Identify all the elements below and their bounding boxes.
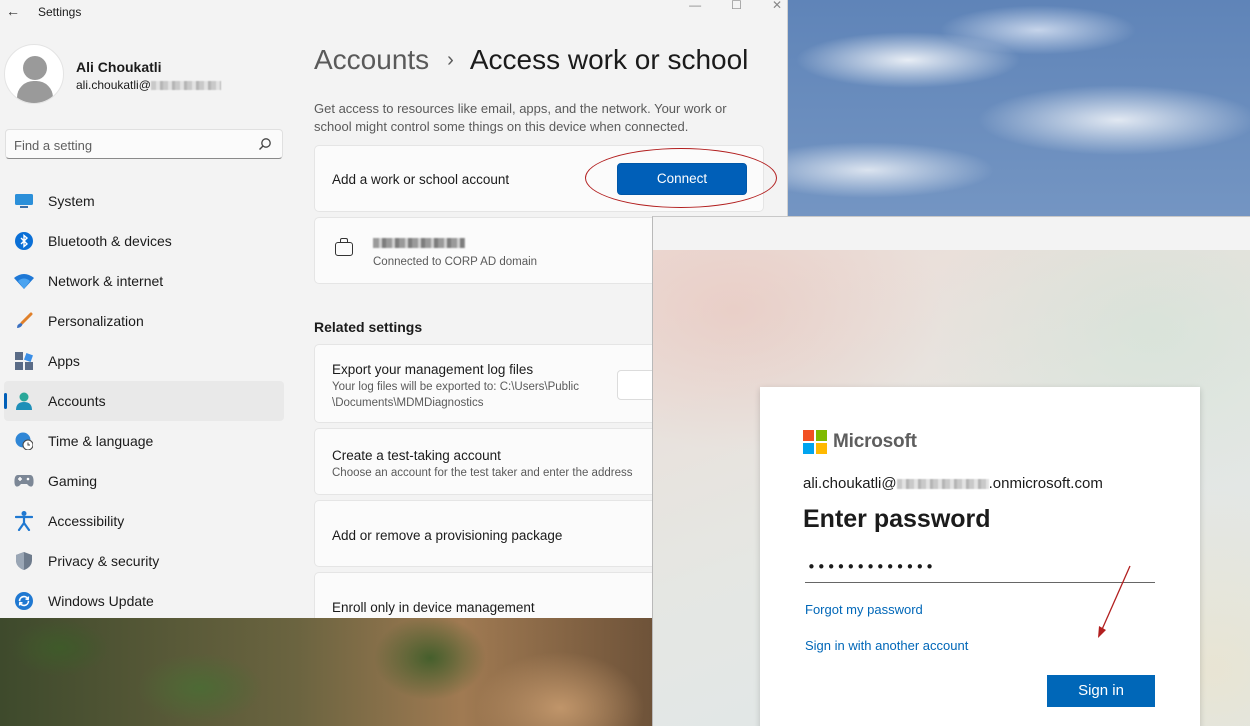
chevron-right-icon: › (447, 48, 454, 71)
connection-status: Connected to CORP AD domain (373, 256, 538, 268)
redacted-tenant (896, 479, 989, 490)
sidebar-item-network[interactable]: Network & internet (4, 261, 284, 301)
signin-button[interactable]: Sign in (1047, 675, 1155, 707)
signin-heading: Enter password (803, 505, 991, 533)
forgot-password-link[interactable]: Forgot my password (805, 602, 923, 617)
sidebar-item-bluetooth[interactable]: Bluetooth & devices (4, 221, 284, 261)
sidebar-item-gaming[interactable]: Gaming (4, 461, 284, 501)
maximize-button[interactable]: ☐ (731, 0, 742, 12)
search-input[interactable] (14, 135, 244, 155)
person-icon (14, 391, 34, 411)
test-taking-subtitle: Choose an account for the test taker and… (332, 467, 633, 479)
profile-email: ali.choukatli@ (76, 78, 221, 92)
avatar (4, 44, 64, 104)
breadcrumb-parent[interactable]: Accounts (314, 44, 429, 76)
briefcase-icon (335, 238, 353, 256)
signin-card: Microsoft ali.choukatli@ .onmicrosoft.com… (760, 387, 1200, 726)
brush-icon (14, 311, 34, 331)
search-icon[interactable] (258, 137, 272, 151)
sidebar-item-label: Gaming (48, 473, 98, 489)
user-profile[interactable]: Ali Choukatli ali.choukatli@ (4, 44, 284, 106)
profile-email-prefix: ali.choukatli@ (76, 78, 151, 92)
device-management-title: Enroll only in device management (332, 600, 535, 615)
page-description: Get access to resources like email, apps… (314, 101, 727, 134)
globe-clock-icon (14, 431, 34, 451)
signin-window: Microsoft ali.choukatli@ .onmicrosoft.com… (652, 216, 1250, 726)
minimize-button[interactable]: — (689, 0, 701, 12)
microsoft-logo-icon (803, 430, 827, 454)
test-taking-title: Create a test-taking account (332, 448, 501, 463)
breadcrumb: Accounts › Access work or school (314, 44, 748, 76)
annotation-ellipse (585, 148, 777, 208)
sidebar-item-label: Privacy & security (48, 553, 160, 569)
sidebar-item-label: Time & language (48, 433, 154, 449)
sidebar-item-label: Bluetooth & devices (48, 233, 172, 249)
wifi-icon (14, 271, 34, 291)
redacted-domain (150, 81, 221, 91)
signin-email-prefix: ali.choukatli@ (803, 475, 897, 492)
page-title: Access work or school (469, 44, 749, 75)
sidebar-item-windows-update[interactable]: Windows Update (4, 581, 284, 618)
gamepad-icon (14, 471, 34, 491)
signin-background: Microsoft ali.choukatli@ .onmicrosoft.com… (653, 250, 1250, 726)
back-button[interactable]: ← (2, 2, 24, 22)
window-controls: — ☐ ✕ (689, 0, 782, 12)
sidebar-item-label: Apps (48, 353, 80, 369)
signin-email: ali.choukatli@ .onmicrosoft.com (803, 475, 1103, 492)
sidebar-item-accessibility[interactable]: Accessibility (4, 501, 284, 541)
accessibility-icon (14, 511, 34, 531)
sidebar-item-time-language[interactable]: Time & language (4, 421, 284, 461)
sidebar-item-label: Network & internet (48, 273, 164, 289)
person-silhouette-icon (23, 56, 47, 80)
bluetooth-icon (14, 231, 34, 251)
sidebar-item-label: Windows Update (48, 593, 154, 609)
sidebar-item-personalization[interactable]: Personalization (4, 301, 284, 341)
signin-title-bar (653, 217, 1250, 250)
sidebar-item-accounts[interactable]: Accounts (4, 381, 284, 421)
sidebar-item-system[interactable]: System (4, 181, 284, 221)
another-account-link[interactable]: Sign in with another account (805, 638, 968, 653)
sidebar-item-label: Accessibility (48, 513, 125, 529)
close-button[interactable]: ✕ (772, 0, 782, 12)
sidebar-item-apps[interactable]: Apps (4, 341, 284, 381)
export-logs-title: Export your management log files (332, 362, 534, 377)
shield-icon (14, 551, 34, 571)
export-logs-subtitle: Your log files will be exported to: C:\U… (332, 381, 579, 409)
redacted-domain-name (373, 238, 465, 248)
monitor-icon (14, 191, 34, 211)
sidebar-nav: System Bluetooth & devices Network & int… (4, 181, 284, 618)
sidebar-item-privacy-security[interactable]: Privacy & security (4, 541, 284, 581)
update-icon (14, 591, 34, 611)
desktop-wallpaper-landscape (0, 618, 660, 726)
annotation-arrow-icon (1098, 565, 1131, 638)
search-box[interactable] (5, 129, 283, 159)
window-title: Settings (38, 5, 82, 19)
export-button[interactable] (617, 370, 657, 400)
sidebar-item-label: Personalization (48, 313, 144, 329)
signin-email-suffix: .onmicrosoft.com (988, 475, 1103, 492)
related-settings-heading: Related settings (314, 319, 423, 335)
sidebar-item-label: System (48, 193, 95, 209)
provisioning-title: Add or remove a provisioning package (332, 528, 563, 543)
add-account-label: Add a work or school account (332, 172, 510, 187)
microsoft-wordmark: Microsoft (833, 431, 917, 452)
title-bar: ← Settings — ☐ ✕ (0, 0, 787, 26)
sidebar-item-label: Accounts (48, 393, 106, 409)
profile-name: Ali Choukatli (76, 59, 162, 75)
apps-icon (14, 351, 34, 371)
